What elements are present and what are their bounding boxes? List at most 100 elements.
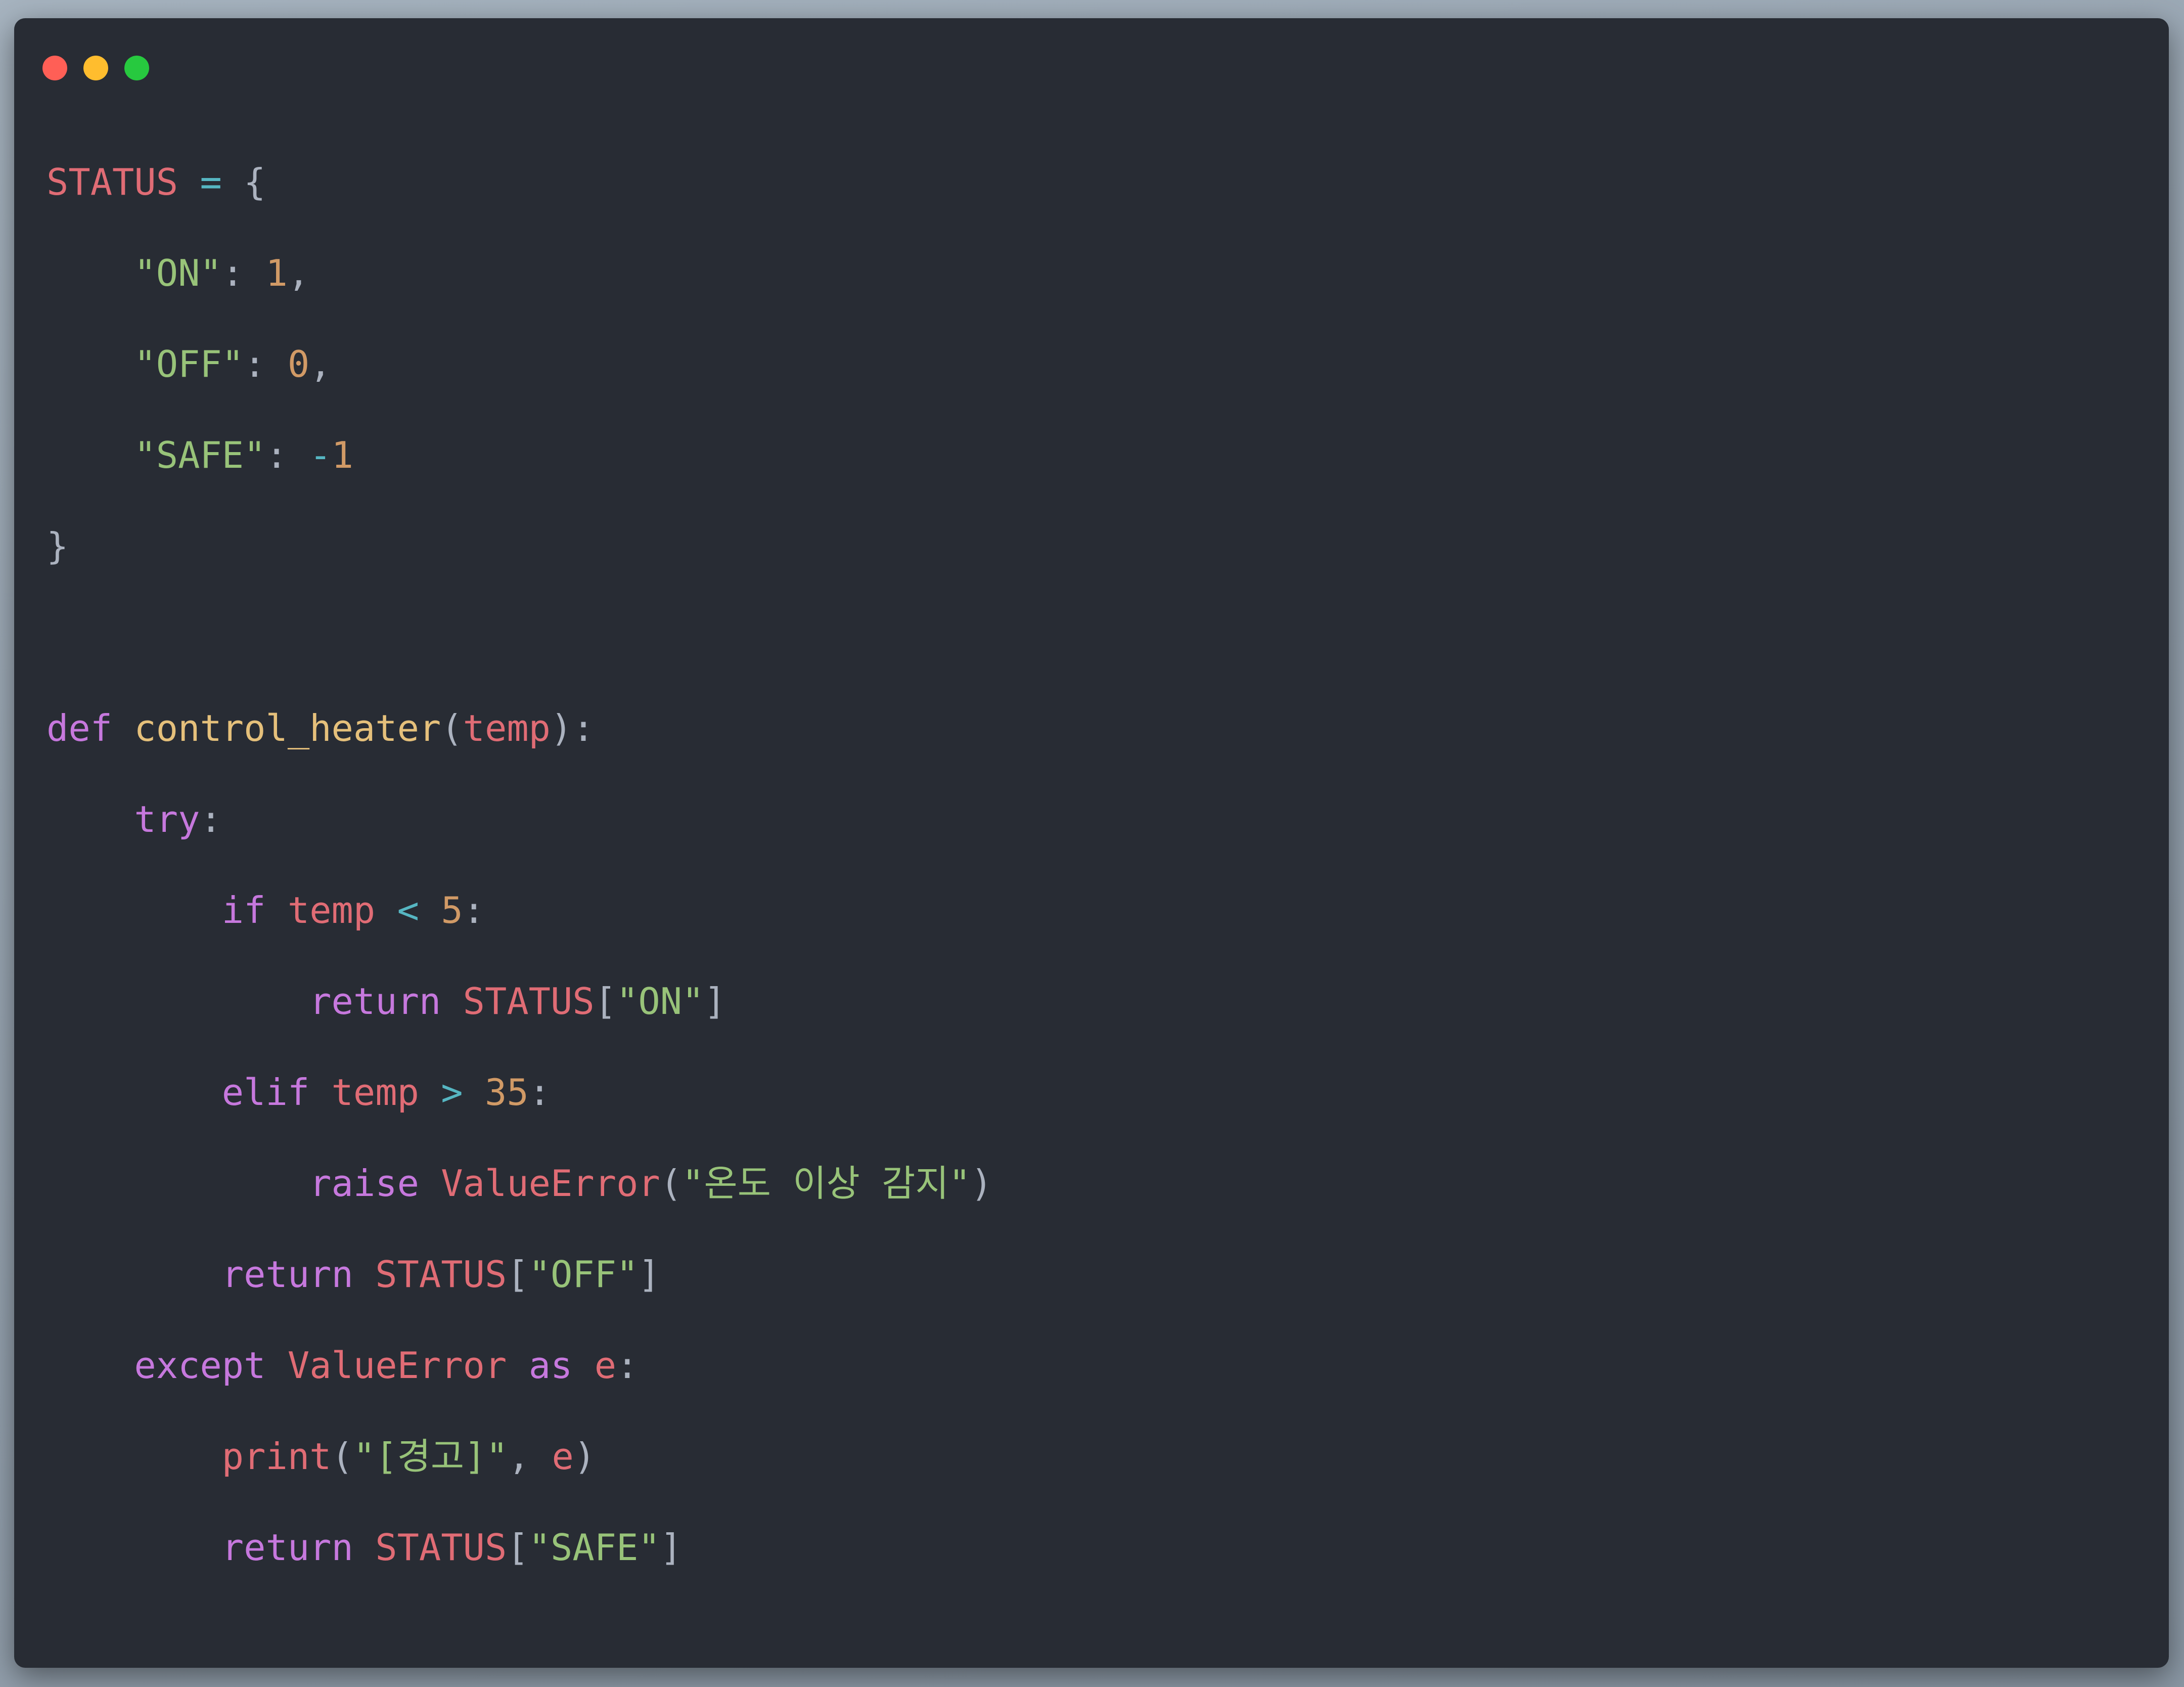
code-line: STATUS = { xyxy=(47,137,992,228)
code-token: STATUS xyxy=(375,1526,507,1569)
code-token: ValueError xyxy=(441,1162,660,1205)
code-token: control_heater xyxy=(134,707,441,749)
code-token: print xyxy=(221,1435,332,1478)
code-token: return xyxy=(221,1253,353,1296)
code-token: STATUS xyxy=(463,980,595,1023)
code-line: if temp < 5: xyxy=(47,865,992,956)
code-line: print("[경고]", e) xyxy=(47,1411,992,1502)
code-token: : xyxy=(200,798,222,840)
code-token: ( xyxy=(660,1162,682,1205)
code-line: return STATUS["OFF"] xyxy=(47,1229,992,1320)
code-token: : xyxy=(265,434,288,476)
code-line: except ValueError as e: xyxy=(47,1320,992,1411)
code-line: return STATUS["ON"] xyxy=(47,956,992,1047)
window-controls xyxy=(42,56,149,80)
code-token: ) xyxy=(970,1162,993,1205)
code-token: try xyxy=(134,798,200,840)
code-token: STATUS xyxy=(375,1253,507,1296)
code-token: ] xyxy=(638,1253,660,1296)
code-token: = xyxy=(200,161,222,203)
code-token: def xyxy=(47,707,113,749)
code-token: temp xyxy=(463,707,551,749)
code-token: "ON" xyxy=(134,252,222,294)
code-token: "ON" xyxy=(616,980,704,1023)
code-token: STATUS xyxy=(47,161,178,203)
code-token: e xyxy=(594,1344,617,1387)
code-token: [ xyxy=(594,980,617,1023)
code-token: : xyxy=(221,252,244,294)
code-token: if xyxy=(221,889,266,931)
code-token: < xyxy=(397,889,419,931)
code-token: "SAFE" xyxy=(134,434,266,476)
code-line: "ON": 1, xyxy=(47,228,992,319)
code-token: , xyxy=(287,252,310,294)
code-token: 35 xyxy=(485,1071,529,1114)
code-token: except xyxy=(134,1344,266,1387)
code-token: : xyxy=(463,889,485,931)
code-token: { xyxy=(244,161,266,203)
code-token: temp xyxy=(331,1071,419,1114)
code-token: ) xyxy=(573,1435,596,1478)
code-line: raise ValueError("온도 이상 감지") xyxy=(47,1138,992,1229)
code-block: STATUS = { "ON": 1, "OFF": 0, "SAFE": -1… xyxy=(47,137,992,1593)
code-window: STATUS = { "ON": 1, "OFF": 0, "SAFE": -1… xyxy=(14,18,2169,1668)
code-token: as xyxy=(528,1344,573,1387)
code-token: : xyxy=(616,1344,639,1387)
code-token: } xyxy=(47,525,69,567)
code-token: - xyxy=(309,434,332,476)
code-token: raise xyxy=(309,1162,419,1205)
code-token: [ xyxy=(507,1526,529,1569)
code-token: ): xyxy=(551,707,595,749)
code-token: return xyxy=(309,980,441,1023)
code-line: "OFF": 0, xyxy=(47,319,992,410)
code-token: ] xyxy=(660,1526,682,1569)
minimize-button[interactable] xyxy=(83,56,108,80)
code-token: elif xyxy=(221,1071,310,1114)
code-token: : xyxy=(528,1071,551,1114)
code-line: try: xyxy=(47,774,992,865)
code-token: ValueError xyxy=(287,1344,507,1387)
code-token: return xyxy=(221,1526,353,1569)
code-token: ( xyxy=(441,707,463,749)
code-token: ] xyxy=(704,980,726,1023)
code-token: 1 xyxy=(265,252,288,294)
code-token: "OFF" xyxy=(528,1253,639,1296)
zoom-button[interactable] xyxy=(124,56,149,80)
close-button[interactable] xyxy=(42,56,67,80)
code-token: , xyxy=(309,343,332,385)
code-line: elif temp > 35: xyxy=(47,1047,992,1138)
code-line: return STATUS["SAFE"] xyxy=(47,1502,992,1593)
code-token: > xyxy=(441,1071,463,1114)
code-token: 1 xyxy=(331,434,353,476)
code-token: e xyxy=(552,1435,574,1478)
code-line: } xyxy=(47,501,992,592)
